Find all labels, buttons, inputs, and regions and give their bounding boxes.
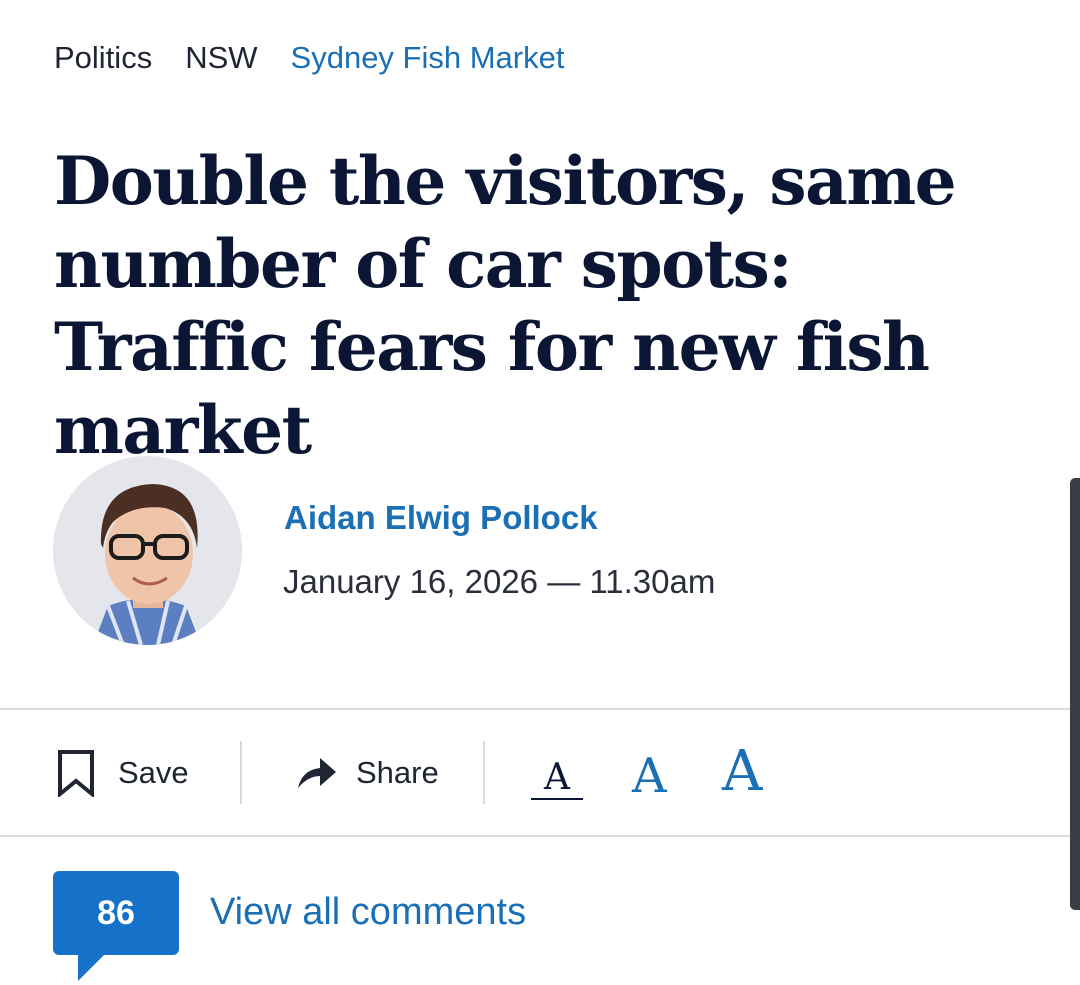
font-size-medium-button[interactable]: A bbox=[632, 752, 667, 800]
save-label: Save bbox=[118, 755, 189, 790]
font-size-small-button[interactable]: A bbox=[531, 760, 583, 800]
breadcrumb: Politics NSW Sydney Fish Market bbox=[54, 36, 564, 80]
publish-datetime: January 16, 2026 — 11.30am bbox=[283, 563, 716, 600]
share-arrow-icon bbox=[296, 756, 338, 790]
font-size-large-button[interactable]: A bbox=[722, 744, 762, 800]
article-headline: Double the visitors, same number of car … bbox=[54, 142, 957, 469]
toolbar-bottom-divider bbox=[0, 835, 1080, 837]
author-photo bbox=[53, 456, 242, 645]
comment-count-badge[interactable]: 86 bbox=[53, 871, 179, 955]
scrollbar-thumb[interactable] bbox=[1070, 478, 1080, 910]
toolbar-divider bbox=[483, 741, 485, 804]
comment-count: 86 bbox=[97, 893, 135, 932]
bookmark-icon bbox=[56, 749, 96, 797]
breadcrumb-sydney-fish-market[interactable]: Sydney Fish Market bbox=[291, 36, 565, 80]
save-button[interactable]: Save bbox=[56, 748, 189, 798]
author-name-link[interactable]: Aidan Elwig Pollock bbox=[284, 496, 598, 540]
toolbar-top-divider bbox=[0, 708, 1080, 710]
author-avatar[interactable] bbox=[53, 456, 242, 645]
share-button[interactable]: Share bbox=[296, 748, 439, 798]
breadcrumb-politics[interactable]: Politics bbox=[54, 36, 152, 80]
view-all-comments-link[interactable]: View all comments bbox=[210, 888, 526, 936]
toolbar-divider bbox=[240, 741, 242, 804]
breadcrumb-nsw[interactable]: NSW bbox=[185, 36, 257, 80]
speech-bubble-tail-icon bbox=[78, 953, 106, 981]
share-label: Share bbox=[356, 755, 439, 790]
